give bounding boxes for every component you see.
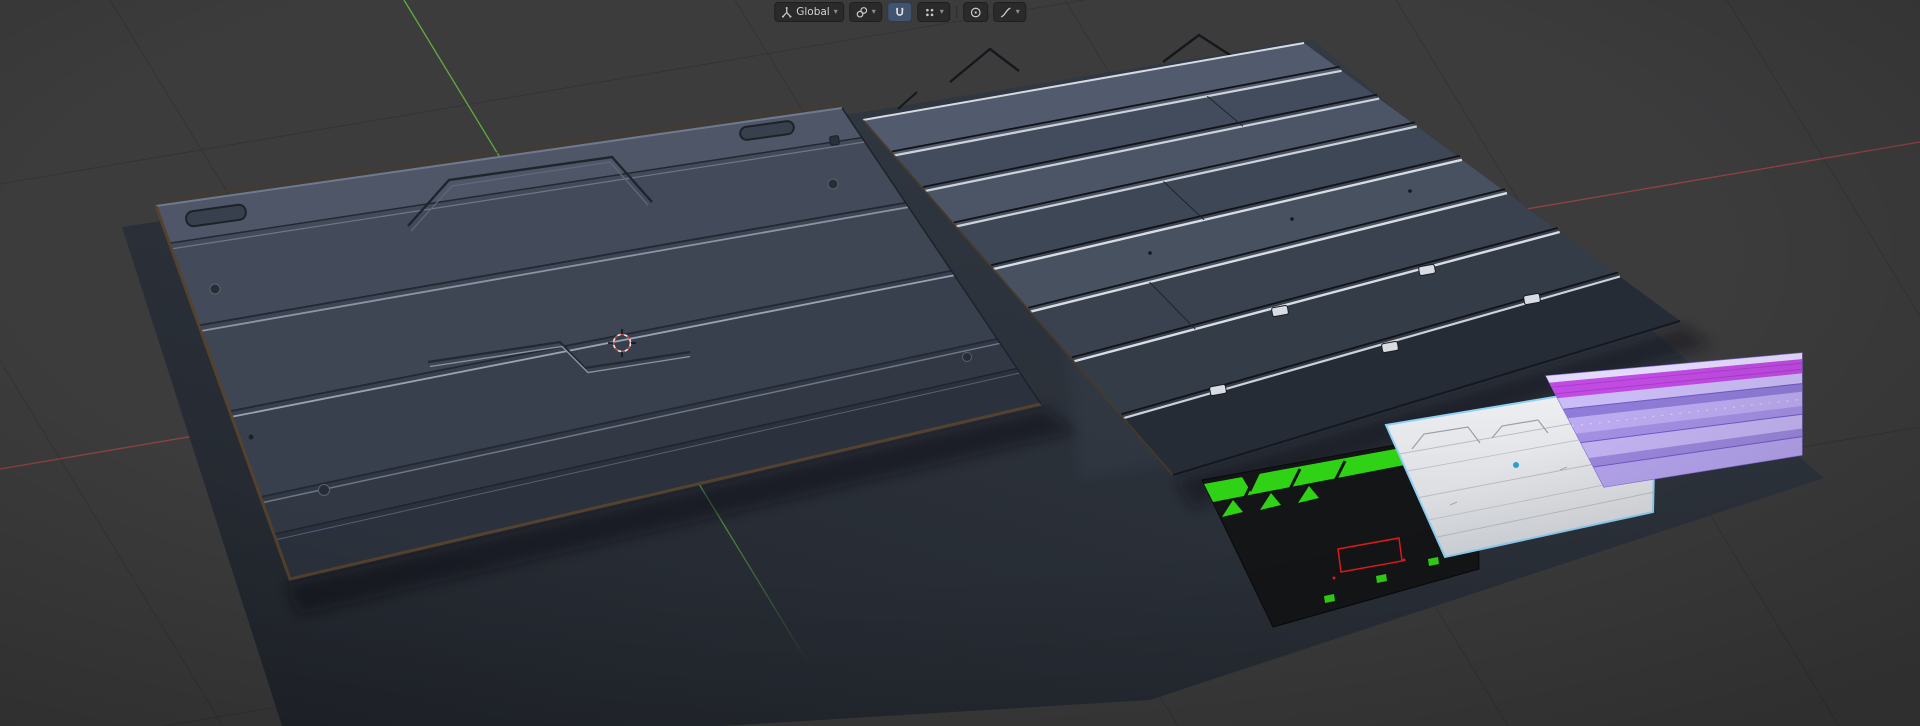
snap-toggle-button[interactable] — [886, 2, 912, 22]
orientation-label: Global — [796, 5, 830, 18]
chevron-down-icon: ▾ — [1015, 7, 1020, 16]
chevron-down-icon: ▾ — [833, 7, 838, 16]
pivot-point-icon — [856, 6, 867, 18]
chevron-down-icon: ▾ — [939, 7, 944, 16]
viewport-vignette — [0, 0, 1920, 726]
magnet-icon — [895, 7, 903, 16]
toolbar-separator — [955, 6, 957, 18]
proportional-editing-icon — [970, 7, 981, 17]
transform-orientation-dropdown[interactable]: Global ▾ — [774, 2, 844, 22]
proportional-editing-toggle[interactable] — [962, 2, 988, 22]
proportional-falloff-icon — [1000, 7, 1011, 17]
pivot-point-dropdown[interactable]: ▾ — [848, 2, 882, 22]
chevron-down-icon: ▾ — [871, 7, 876, 16]
global-axes-icon — [781, 6, 792, 18]
blender-3d-viewport[interactable]: Global ▾ ▾ ▾ ▾ — [0, 0, 1920, 726]
viewport-header-toolbar: Global ▾ ▾ ▾ ▾ — [774, 2, 1026, 22]
proportional-falloff-dropdown[interactable]: ▾ — [992, 2, 1026, 22]
snap-settings-icon — [925, 8, 933, 16]
viewport-scene[interactable] — [0, 0, 1920, 726]
snap-settings-dropdown[interactable]: ▾ — [916, 2, 950, 22]
